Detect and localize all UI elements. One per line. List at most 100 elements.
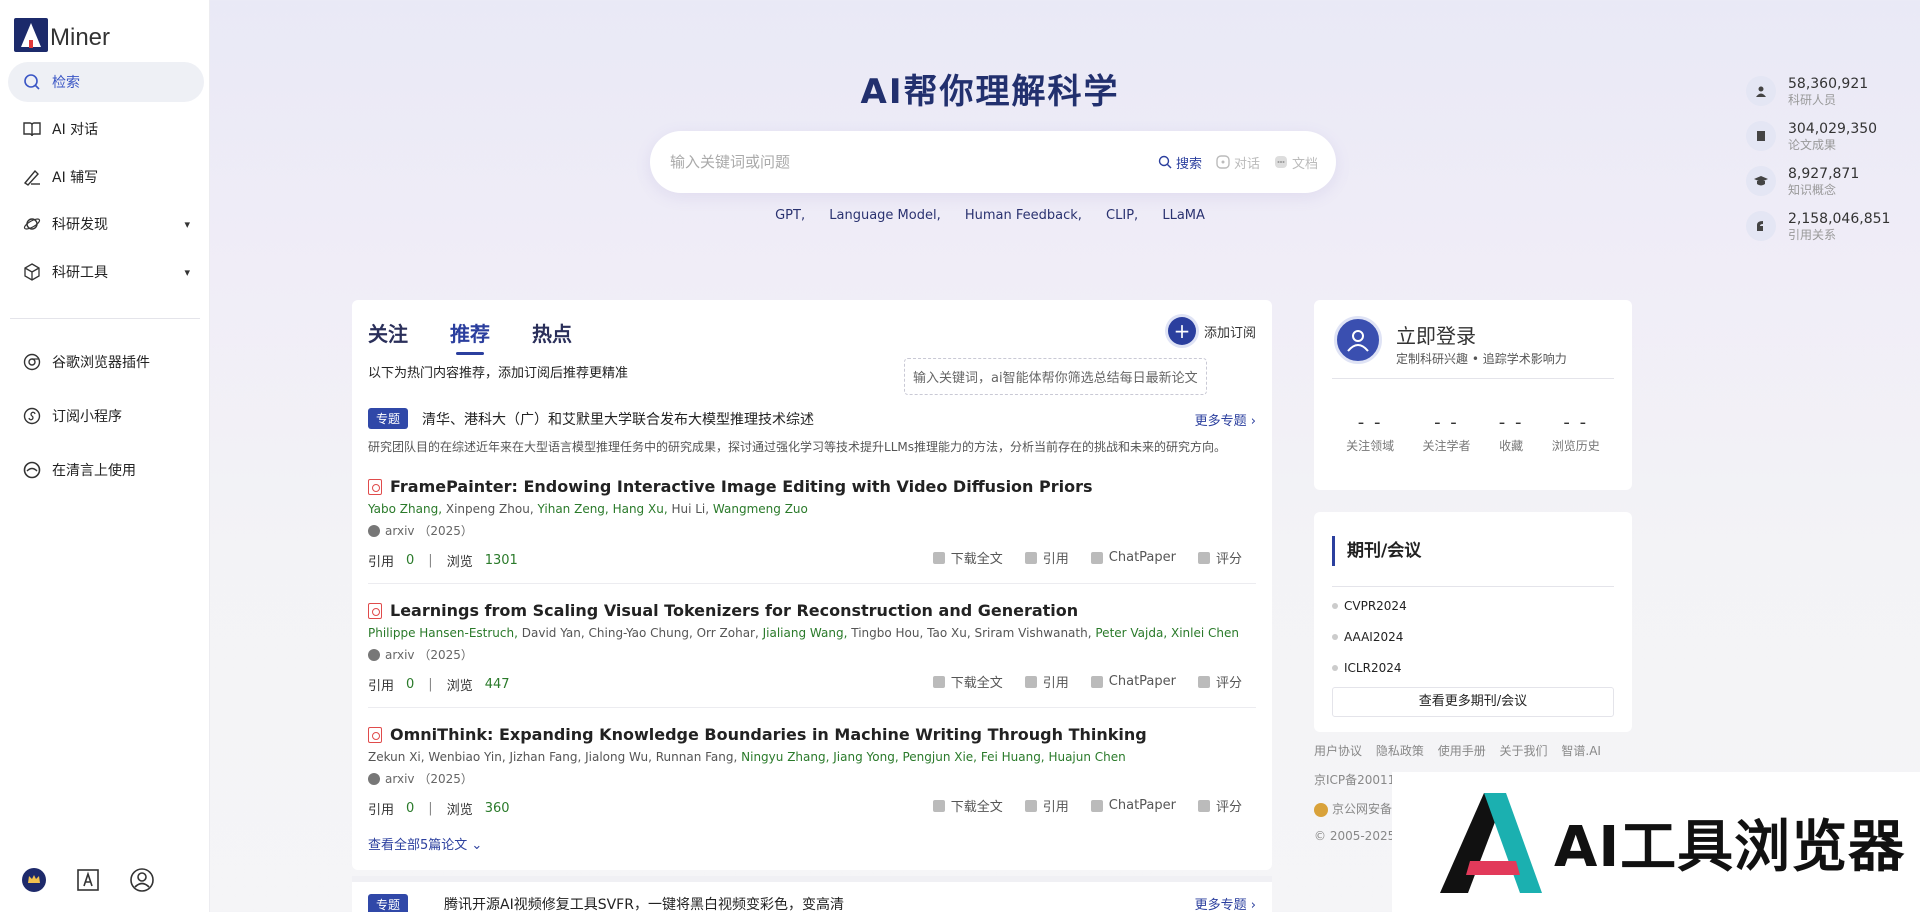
aminer-logo[interactable]: Miner xyxy=(14,12,110,52)
login-stat[interactable]: - - 关注领域 xyxy=(1346,412,1394,454)
avatar[interactable] xyxy=(1334,316,1382,364)
author[interactable]: Huajun Chen xyxy=(1048,750,1125,764)
chatpaper-button[interactable]: ChatPaper xyxy=(1090,796,1176,815)
author[interactable]: Philippe Hansen-Estruch, xyxy=(368,626,518,640)
stat-citations: 2,158,046,851 引用关系 xyxy=(1746,211,1890,256)
tab-recommended[interactable]: 推荐 xyxy=(450,318,490,355)
search-input[interactable] xyxy=(670,153,1144,171)
login-stat[interactable]: - - 收藏 xyxy=(1499,412,1524,454)
topic-title[interactable]: 清华、港科大（广）和艾默里大学联合发布大模型推理技术综述 xyxy=(422,409,814,429)
paper-title-row[interactable]: OmniThink: Expanding Knowledge Boundarie… xyxy=(368,725,1256,744)
author[interactable]: Jiang Yong, xyxy=(833,750,898,764)
author[interactable]: Xinpeng Zhou, xyxy=(446,502,534,516)
author[interactable]: Jialong Wu, xyxy=(585,750,652,764)
journal-item[interactable]: AAAI2024 xyxy=(1332,630,1403,644)
footer-link[interactable]: 智谱.AI xyxy=(1561,744,1601,758)
download-button[interactable]: 下载全文 xyxy=(932,548,1003,567)
author[interactable]: Fei Huang, xyxy=(981,750,1045,764)
sidebar-item-mini-program[interactable]: 订阅小程序 xyxy=(8,396,204,436)
journal-item[interactable]: ICLR2024 xyxy=(1332,661,1401,675)
rate-label: 评分 xyxy=(1215,552,1242,567)
footer-link[interactable]: 使用手册 xyxy=(1438,744,1486,758)
author[interactable]: Jialiang Wang, xyxy=(763,626,848,640)
login-stat[interactable]: - - 关注学者 xyxy=(1422,412,1470,454)
download-button[interactable]: 下载全文 xyxy=(932,796,1003,815)
login-title[interactable]: 立即登录 xyxy=(1396,320,1476,349)
next-topic-card: 专题 腾讯开源AI视频修复工具SVFR，一键将黑白视频变彩色，变高清 更多专题 … xyxy=(352,876,1272,912)
topic-header[interactable]: 专题 清华、港科大（广）和艾默里大学联合发布大模型推理技术综述 xyxy=(368,408,1256,429)
author[interactable]: Yihan Zeng, xyxy=(537,502,608,516)
topic-title[interactable]: 腾讯开源AI视频修复工具SVFR，一键将黑白视频变彩色，变高清 xyxy=(444,894,844,912)
hot-tag[interactable]: Language Model, xyxy=(829,208,940,223)
cite-button[interactable]: 引用 xyxy=(1024,796,1069,815)
paper-title-row[interactable]: Learnings from Scaling Visual Tokenizers… xyxy=(368,601,1256,620)
author[interactable]: Tao Xu, xyxy=(927,626,971,640)
author[interactable]: Orr Zohar, xyxy=(697,626,759,640)
download-button[interactable]: 下载全文 xyxy=(932,672,1003,691)
paper-item: FramePainter: Endowing Interactive Image… xyxy=(368,477,1256,570)
view-all-papers-link[interactable]: 查看全部5篇论文 ⌄ xyxy=(368,834,482,853)
cite-button[interactable]: 引用 xyxy=(1024,672,1069,691)
author[interactable]: Xinlei Chen xyxy=(1171,626,1239,640)
footer-link[interactable]: 隐私政策 xyxy=(1376,744,1424,758)
hot-tag[interactable]: Human Feedback, xyxy=(965,208,1082,223)
book-icon xyxy=(22,119,42,139)
author[interactable]: Ningyu Zhang, xyxy=(741,750,829,764)
more-journals-button[interactable]: 查看更多期刊/会议 xyxy=(1332,687,1614,717)
author[interactable]: Sriram Vishwanath, xyxy=(974,626,1091,640)
author[interactable]: David Yan, xyxy=(522,626,585,640)
tab-following[interactable]: 关注 xyxy=(368,318,408,347)
author[interactable]: Yabo Zhang, xyxy=(368,502,442,516)
paper-title[interactable]: OmniThink: Expanding Knowledge Boundarie… xyxy=(390,725,1147,744)
paper-venue: arxiv （2025） xyxy=(368,770,1256,787)
author[interactable]: Runnan Fang, xyxy=(656,750,738,764)
more-topics-link[interactable]: 更多专题 › xyxy=(1195,410,1256,429)
paper-title[interactable]: FramePainter: Endowing Interactive Image… xyxy=(390,477,1093,496)
author[interactable]: Hui Li, xyxy=(671,502,709,516)
sidebar-item-label: AI 辅写 xyxy=(52,170,99,186)
sidebar-item-qingyan[interactable]: 在清言上使用 xyxy=(8,450,204,490)
vip-icon[interactable] xyxy=(20,866,48,894)
cite-button[interactable]: 引用 xyxy=(1024,548,1069,567)
sidebar-item-discovery[interactable]: 科研发现 ▾ xyxy=(8,204,204,244)
hot-tag[interactable]: GPT, xyxy=(775,208,805,223)
paper-title-row[interactable]: FramePainter: Endowing Interactive Image… xyxy=(368,477,1256,496)
search-mode-button[interactable]: 搜索 xyxy=(1158,153,1202,172)
author[interactable]: Ching-Yao Chung, xyxy=(589,626,693,640)
chatpaper-button[interactable]: ChatPaper xyxy=(1090,548,1176,567)
footer-link[interactable]: 关于我们 xyxy=(1500,744,1548,758)
hot-tag[interactable]: LLaMA xyxy=(1162,208,1205,223)
author[interactable]: Tingbo Hou, xyxy=(851,626,923,640)
more-topics-link[interactable]: 更多专题 › xyxy=(1195,894,1256,912)
author[interactable]: Pengjun Xie, xyxy=(902,750,977,764)
author[interactable]: Wangmeng Zuo xyxy=(713,502,808,516)
view-all-label: 查看全部5篇论文 xyxy=(368,838,468,853)
chat-mode-button[interactable]: 对话 xyxy=(1216,153,1260,172)
doc-mode-button[interactable]: 文档 xyxy=(1274,153,1318,172)
login-stat[interactable]: - - 浏览历史 xyxy=(1552,412,1600,454)
tab-hot[interactable]: 热点 xyxy=(532,318,572,347)
paper-title[interactable]: Learnings from Scaling Visual Tokenizers… xyxy=(390,601,1078,620)
sidebar-item-tools[interactable]: 科研工具 ▾ xyxy=(8,252,204,292)
journals-divider xyxy=(1332,586,1614,587)
author[interactable]: Hang Xu, xyxy=(613,502,668,516)
user-icon[interactable] xyxy=(128,866,156,894)
add-subscription-button[interactable]: + 添加订阅 xyxy=(1167,317,1256,345)
author[interactable]: Jizhan Fang, xyxy=(510,750,582,764)
sidebar-item-search[interactable]: 检索 xyxy=(8,62,204,102)
login-stat-label: 浏览历史 xyxy=(1551,439,1600,453)
author[interactable]: Wenbiao Yin, xyxy=(428,750,505,764)
sidebar-item-ai-write[interactable]: AI 辅写 xyxy=(8,157,204,197)
footer-link[interactable]: 用户协议 xyxy=(1314,744,1362,758)
translate-icon[interactable] xyxy=(74,866,102,894)
sidebar-item-chrome-plugin[interactable]: 谷歌浏览器插件 xyxy=(8,342,204,382)
sidebar-item-ai-chat[interactable]: AI 对话 xyxy=(8,109,204,149)
rate-button[interactable]: 评分 xyxy=(1197,796,1242,815)
hot-tag[interactable]: CLIP, xyxy=(1106,208,1138,223)
rate-button[interactable]: 评分 xyxy=(1197,672,1242,691)
journal-item[interactable]: CVPR2024 xyxy=(1332,599,1407,613)
rate-button[interactable]: 评分 xyxy=(1197,548,1242,567)
chatpaper-button[interactable]: ChatPaper xyxy=(1090,672,1176,691)
author[interactable]: Zekun Xi, xyxy=(368,750,425,764)
author[interactable]: Peter Vajda, xyxy=(1095,626,1167,640)
